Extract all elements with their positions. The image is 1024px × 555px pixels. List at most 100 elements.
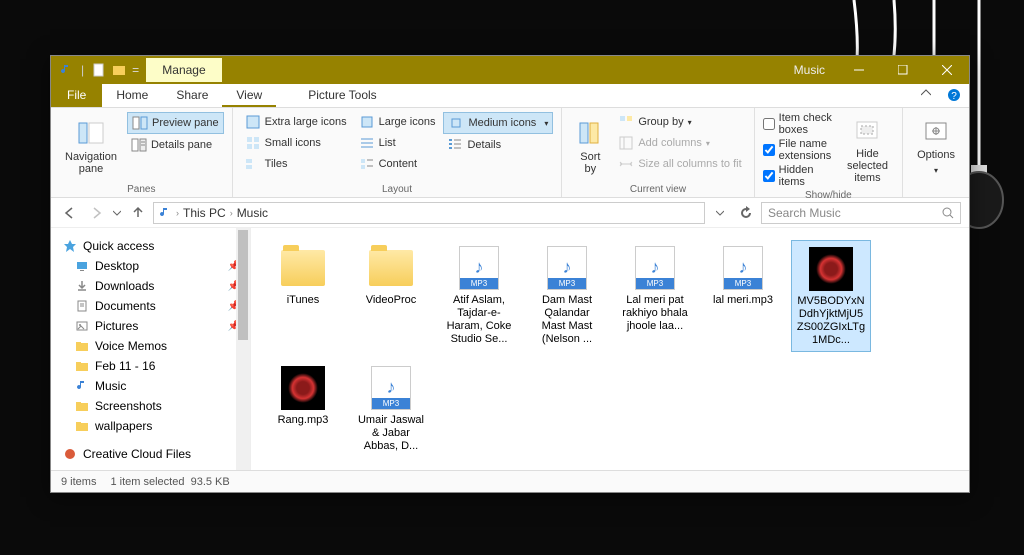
file-label: Dam Mast Qalandar Mast Mast (Nelson ... [531, 294, 603, 346]
file-item[interactable]: VideoProc [351, 240, 431, 352]
sort-by-button[interactable]: Sort by [570, 112, 610, 182]
title-dash: = [132, 63, 139, 77]
maximize-button[interactable] [881, 56, 925, 84]
status-selection: 1 item selected 93.5 KB [110, 476, 229, 488]
sidebar-item-wallpapers[interactable]: wallpapers [51, 416, 250, 436]
tab-picture-tools[interactable]: Picture Tools [294, 84, 390, 107]
group-by-button[interactable]: Group by ▾ [614, 112, 745, 132]
folder-icon [112, 63, 126, 77]
file-label: Lal meri pat rakhiyo bhala jhoole laa... [619, 294, 691, 333]
sidebar-item-downloads[interactable]: Downloads📌 [51, 276, 250, 296]
file-grid[interactable]: iTunes VideoProc ♪MP3Atif Aslam, Tajdar-e-… [251, 228, 969, 470]
forward-button[interactable] [85, 202, 107, 224]
medium-icons-button[interactable]: Medium icons▾ [443, 112, 553, 134]
ribbon-tabs: File Home Share View Picture Tools ? [51, 84, 969, 108]
collapse-ribbon-button[interactable] [913, 84, 939, 107]
file-item[interactable]: ♪MP3Atif Aslam, Tajdar-e-Haram, Coke Stu… [439, 240, 519, 352]
group-label-layout: Layout [241, 182, 554, 195]
tab-share[interactable]: Share [162, 84, 222, 107]
sidebar-item-label: Pictures [95, 319, 138, 333]
music-icon [75, 379, 89, 393]
file-menu[interactable]: File [51, 84, 102, 107]
size-columns-button[interactable]: Size all columns to fit [614, 154, 745, 174]
history-dropdown-button[interactable] [709, 202, 731, 224]
file-item[interactable]: ♪MP3Lal meri pat rakhiyo bhala jhoole la… [615, 240, 695, 352]
back-button[interactable] [59, 202, 81, 224]
file-icon: ♪MP3 [631, 244, 679, 292]
file-name-extensions-checkbox[interactable]: File name extensions [763, 138, 837, 162]
documents-icon [75, 299, 89, 313]
file-item[interactable]: ♪MP3lal meri.mp3 [703, 240, 783, 352]
title-bar[interactable]: | = | Manage Music [51, 56, 969, 84]
tab-home[interactable]: Home [102, 84, 162, 107]
recent-locations-button[interactable] [111, 202, 123, 224]
sidebar-item-voice-memos[interactable]: Voice Memos [51, 336, 250, 356]
file-icon [807, 245, 855, 293]
music-folder-icon [59, 63, 73, 77]
breadcrumb-this-pc[interactable]: This PC [183, 206, 226, 220]
folder-icon [75, 339, 89, 353]
sidebar-item-pictures[interactable]: Pictures📌 [51, 316, 250, 336]
tab-view[interactable]: View [222, 84, 276, 107]
ribbon-group-current-view: Sort by Group by ▾ Add columns ▾ Size al… [562, 108, 754, 197]
item-check-boxes-checkbox[interactable]: Item check boxes [763, 112, 837, 136]
navigation-bar: › This PC › Music Search Music [51, 198, 969, 228]
chevron-right-icon[interactable]: › [176, 208, 179, 218]
contextual-tab-manage[interactable]: Manage [146, 58, 221, 82]
chevron-right-icon[interactable]: › [230, 208, 233, 218]
hide-selected-items-button[interactable]: Hide selected items [841, 112, 894, 188]
svg-text:?: ? [951, 91, 957, 102]
tiles-button[interactable]: Tiles [241, 154, 351, 174]
hidden-items-checkbox[interactable]: Hidden items [763, 164, 837, 188]
file-icon [279, 364, 327, 412]
sidebar-creative-cloud[interactable]: Creative Cloud Files [51, 444, 250, 464]
up-button[interactable] [127, 202, 149, 224]
file-explorer-window: | = | Manage Music Fil [50, 55, 970, 493]
sidebar-item-music[interactable]: Music [51, 376, 250, 396]
sidebar-item-feb-11-16[interactable]: Feb 11 - 16 [51, 356, 250, 376]
sidebar-quick-access[interactable]: Quick access [51, 236, 250, 256]
navigation-pane-button[interactable]: Navigation pane [59, 112, 123, 182]
file-item[interactable]: MV5BODYxNDdhYjktMjU5ZS00ZGIxLTg1MDc... [791, 240, 871, 352]
file-item[interactable]: ♪MP3Dam Mast Qalandar Mast Mast (Nelson … [527, 240, 607, 352]
search-input[interactable]: Search Music [761, 202, 961, 224]
file-label: MV5BODYxNDdhYjktMjU5ZS00ZGIxLTg1MDc... [796, 295, 866, 347]
group-label-panes: Panes [59, 182, 224, 195]
address-bar[interactable]: › This PC › Music [153, 202, 705, 224]
ribbon-group-layout: Extra large icons Small icons Tiles Larg… [233, 108, 563, 197]
close-button[interactable] [925, 56, 969, 84]
details-view-button[interactable]: Details [443, 135, 553, 155]
breadcrumb-music[interactable]: Music [237, 206, 268, 220]
content-button[interactable]: Content [355, 154, 440, 174]
refresh-button[interactable] [735, 202, 757, 224]
details-pane-button[interactable]: Details pane [127, 135, 224, 155]
file-icon: ♪MP3 [719, 244, 767, 292]
group-label-current-view: Current view [570, 182, 745, 195]
list-button[interactable]: List [355, 133, 440, 153]
contextual-label-music: Music [782, 58, 837, 82]
ribbon-group-show-hide: Item check boxes File name extensions Hi… [755, 108, 903, 197]
status-bar: 9 items 1 item selected 93.5 KB [51, 470, 969, 492]
help-button[interactable]: ? [939, 84, 969, 107]
preview-pane-button[interactable]: Preview pane [127, 112, 224, 134]
file-label: VideoProc [366, 294, 417, 307]
options-button[interactable]: Options ▾ [911, 112, 961, 182]
search-placeholder: Search Music [768, 206, 942, 220]
sidebar-item-documents[interactable]: Documents📌 [51, 296, 250, 316]
file-item[interactable]: iTunes [263, 240, 343, 352]
sidebar-item-label: Downloads [95, 279, 154, 293]
small-icons-button[interactable]: Small icons [241, 133, 351, 153]
extra-large-icons-button[interactable]: Extra large icons [241, 112, 351, 132]
sidebar-item-screenshots[interactable]: Screenshots [51, 396, 250, 416]
large-icons-button[interactable]: Large icons [355, 112, 440, 132]
sidebar-item-label: Feb 11 - 16 [95, 359, 155, 373]
music-icon [158, 206, 172, 220]
folder-icon [75, 359, 89, 373]
file-item[interactable]: Rang.mp3 [263, 360, 343, 457]
sidebar-item-desktop[interactable]: Desktop📌 [51, 256, 250, 276]
navigation-sidebar: Quick access Desktop📌Downloads📌Documents… [51, 228, 251, 470]
add-columns-button[interactable]: Add columns ▾ [614, 133, 745, 153]
sidebar-scrollbar[interactable] [236, 228, 250, 470]
file-item[interactable]: ♪MP3Umair Jaswal & Jabar Abbas, D... [351, 360, 431, 457]
minimize-button[interactable] [837, 56, 881, 84]
